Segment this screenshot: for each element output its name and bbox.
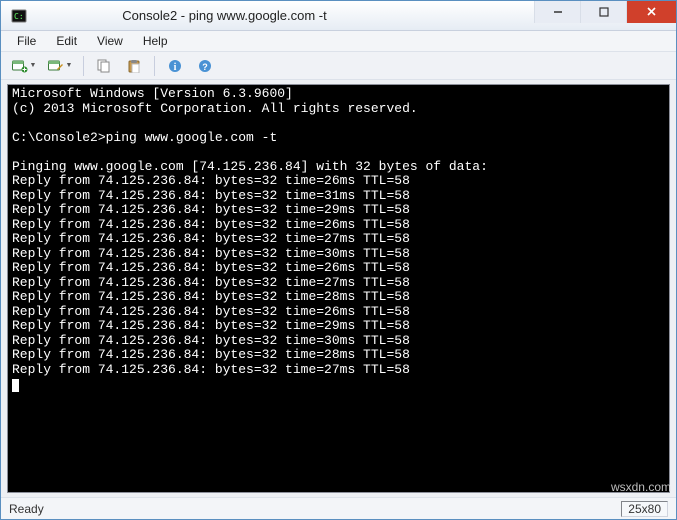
svg-text:?: ?: [202, 62, 208, 72]
close-button[interactable]: [626, 1, 676, 23]
menu-view[interactable]: View: [87, 32, 133, 50]
menubar: File Edit View Help: [1, 31, 676, 52]
paste-button[interactable]: [120, 55, 148, 77]
statusbar: Ready 25x80: [1, 497, 676, 519]
svg-text:C:: C:: [14, 12, 24, 21]
help-icon: ?: [198, 59, 212, 73]
paste-icon: [127, 59, 141, 73]
window-controls: [534, 1, 676, 23]
cursor: [12, 379, 19, 392]
dropdown-icon: ▼: [66, 62, 73, 69]
copy-button[interactable]: [90, 55, 118, 77]
status-dimensions: 25x80: [621, 501, 668, 517]
rename-tab-icon: [48, 59, 64, 73]
copy-icon: [97, 59, 111, 73]
rename-tab-button[interactable]: ▼: [43, 55, 77, 77]
dropdown-icon: ▼: [30, 62, 37, 69]
menu-help[interactable]: Help: [133, 32, 178, 50]
maximize-button[interactable]: [580, 1, 626, 23]
status-text: Ready: [9, 502, 621, 516]
info-button[interactable]: i: [161, 55, 189, 77]
toolbar: ▼ ▼ i ?: [1, 52, 676, 80]
titlebar[interactable]: C: Console2 - ping www.google.com -t: [1, 1, 676, 31]
new-tab-button[interactable]: ▼: [7, 55, 41, 77]
svg-text:i: i: [174, 62, 177, 73]
menu-edit[interactable]: Edit: [46, 32, 87, 50]
console-output[interactable]: Microsoft Windows [Version 6.3.9600] (c)…: [7, 84, 670, 493]
minimize-button[interactable]: [534, 1, 580, 23]
menu-file[interactable]: File: [7, 32, 46, 50]
app-window: C: Console2 - ping www.google.com -t Fil…: [0, 0, 677, 520]
new-tab-icon: [12, 59, 28, 73]
help-button[interactable]: ?: [191, 55, 219, 77]
toolbar-separator: [154, 56, 155, 76]
toolbar-separator: [83, 56, 84, 76]
app-icon: C:: [11, 8, 27, 24]
window-title: Console2 - ping www.google.com -t: [35, 8, 414, 23]
info-icon: i: [168, 59, 182, 73]
